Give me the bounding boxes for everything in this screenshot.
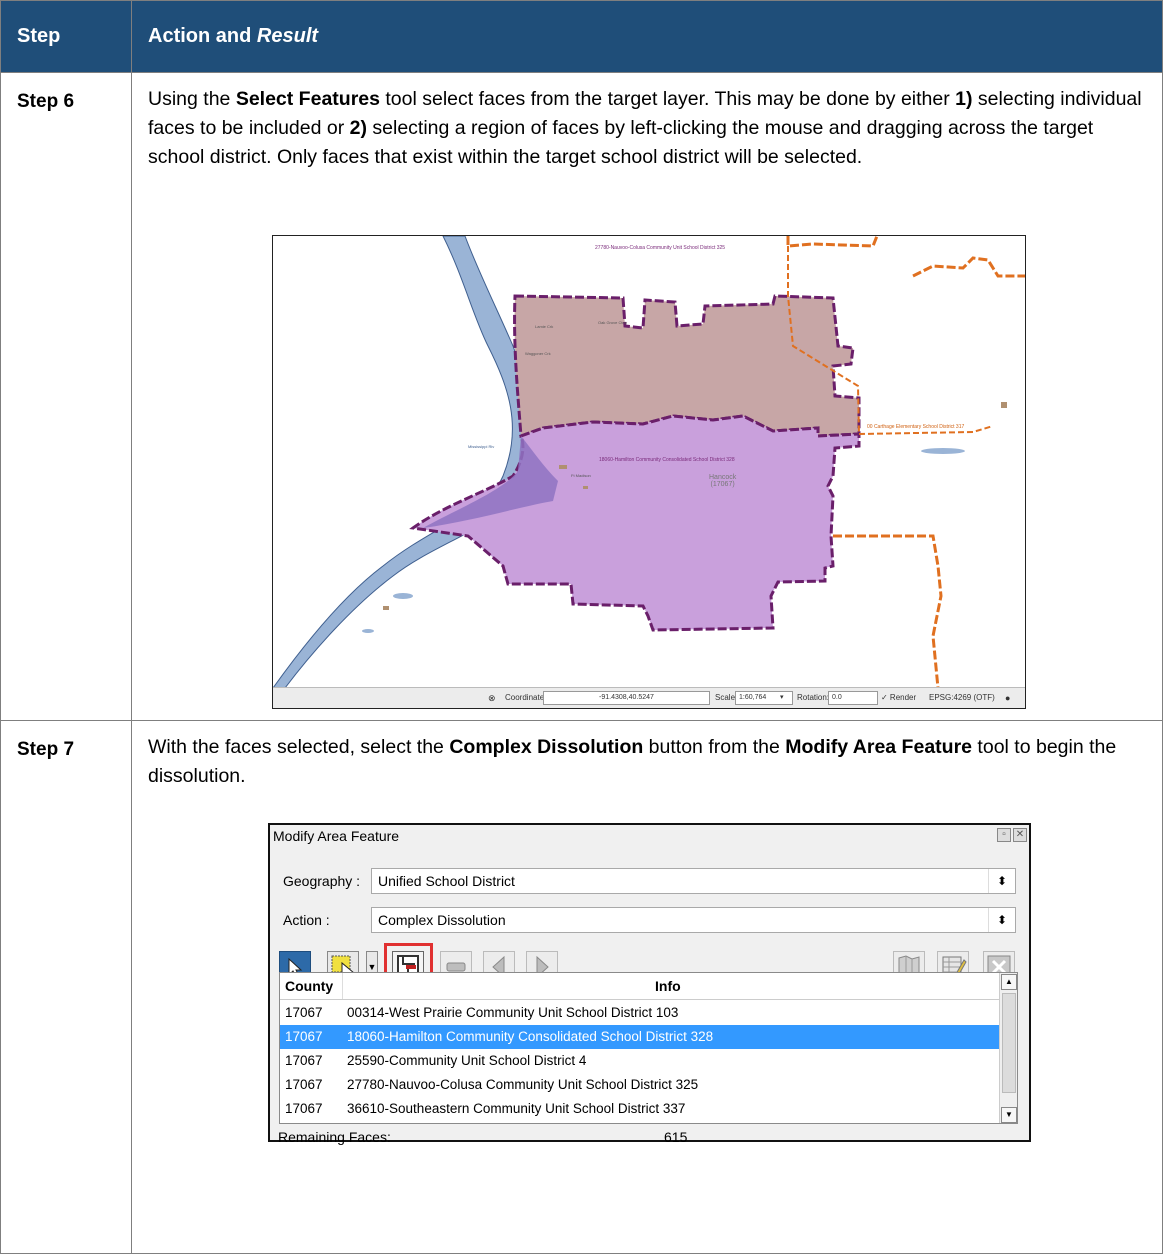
list-row[interactable]: 17067 27780-Nauvoo-Colusa Community Unit …	[280, 1073, 1001, 1097]
map-status-bar: ⊗ Coordinate: -91.4308,40.5247 Scale 1:6…	[273, 687, 1025, 708]
messages-icon[interactable]: ●	[1005, 693, 1010, 703]
remaining-faces-value: 615	[664, 1129, 688, 1145]
col-info-header[interactable]: Info	[655, 978, 681, 994]
list-scrollbar[interactable]: ▲ ▼	[999, 973, 1017, 1123]
geography-label: Geography :	[283, 873, 361, 889]
step6-description: Using the Select Features tool select fa…	[148, 88, 1142, 168]
action-dropdown-icon: ⬍	[988, 908, 1015, 932]
step7-label-cell: Step 7	[0, 720, 132, 1254]
header-result-text: Result	[256, 25, 319, 47]
remaining-faces-label: Remaining Faces:	[278, 1129, 391, 1145]
label-district-main: 18060-Hamilton Community Consolidated Sc…	[599, 457, 735, 463]
map-screenshot: 27780-Nauvoo-Colusa Community Unit Schoo…	[272, 235, 1026, 709]
step7-description: With the faces selected, select the Comp…	[148, 736, 1117, 787]
close-icon[interactable]: ✕	[1013, 828, 1027, 842]
list-row-selected[interactable]: 17067 18060-Hamilton Community Consolidat…	[280, 1025, 1001, 1049]
scale-dropdown-icon[interactable]: ▾	[780, 693, 784, 701]
step6-label-cell: Step 6	[0, 72, 132, 721]
rotation-field[interactable]: 0.0	[828, 691, 878, 705]
rotation-label: Rotation:	[797, 693, 830, 702]
scroll-down-icon[interactable]: ▼	[1001, 1107, 1017, 1123]
label-district-right: 00 Carthage Elementary School District 3…	[867, 424, 965, 430]
label-place-3: Waggoner Crk	[525, 351, 551, 356]
geography-select[interactable]: Unified School District ⬍	[371, 868, 1016, 894]
header-action: Action and Result	[131, 0, 1163, 73]
faces-list[interactable]: County Info 17067 00314-West Prairie Comm…	[279, 972, 1018, 1124]
scale-field[interactable]: 1:60,764	[735, 691, 793, 705]
coord-label: Coordinate:	[505, 693, 547, 702]
header-step: Step	[0, 0, 132, 73]
label-district-top: 27780-Nauvoo-Colusa Community Unit Schoo…	[595, 245, 726, 251]
crs-label[interactable]: EPSG:4269 (OTF)	[929, 693, 995, 702]
float-icon[interactable]: ▫	[997, 828, 1011, 842]
scroll-up-icon[interactable]: ▲	[1001, 974, 1017, 990]
step7-label: Step 7	[17, 739, 75, 760]
action-select[interactable]: Complex Dissolution ⬍	[371, 907, 1016, 933]
label-place-2: Oak Grove Ctrry	[598, 320, 628, 325]
step6-label: Step 6	[17, 91, 75, 112]
label-place-4: Mississippi Riv	[468, 444, 495, 449]
render-checkbox[interactable]: ✓ Render	[881, 693, 916, 702]
header-action-text: Action and	[148, 25, 252, 47]
label-county: Hancock (17067)	[709, 474, 737, 488]
scroll-thumb[interactable]	[1002, 993, 1016, 1093]
geography-dropdown-icon: ⬍	[988, 869, 1015, 893]
label-place-1: Lamie Crk	[535, 324, 554, 329]
list-row[interactable]: 17067 25590-Community Unit School Distric…	[280, 1049, 1001, 1073]
coordinate-icon: ⊗	[488, 693, 496, 703]
action-label: Action :	[283, 912, 330, 928]
dialog-title: Modify Area Feature	[273, 828, 400, 844]
col-county-header[interactable]: County	[285, 978, 333, 994]
list-header: County Info	[280, 973, 1001, 1000]
scale-label: Scale	[715, 693, 736, 702]
list-row[interactable]: 17067 00314-West Prairie Community Unit S…	[280, 1001, 1001, 1025]
label-place-5: Ft Madison	[571, 473, 591, 478]
coord-field[interactable]: -91.4308,40.5247	[543, 691, 710, 705]
list-row[interactable]: 17067 36610-Southeastern Community Unit S…	[280, 1097, 1001, 1121]
